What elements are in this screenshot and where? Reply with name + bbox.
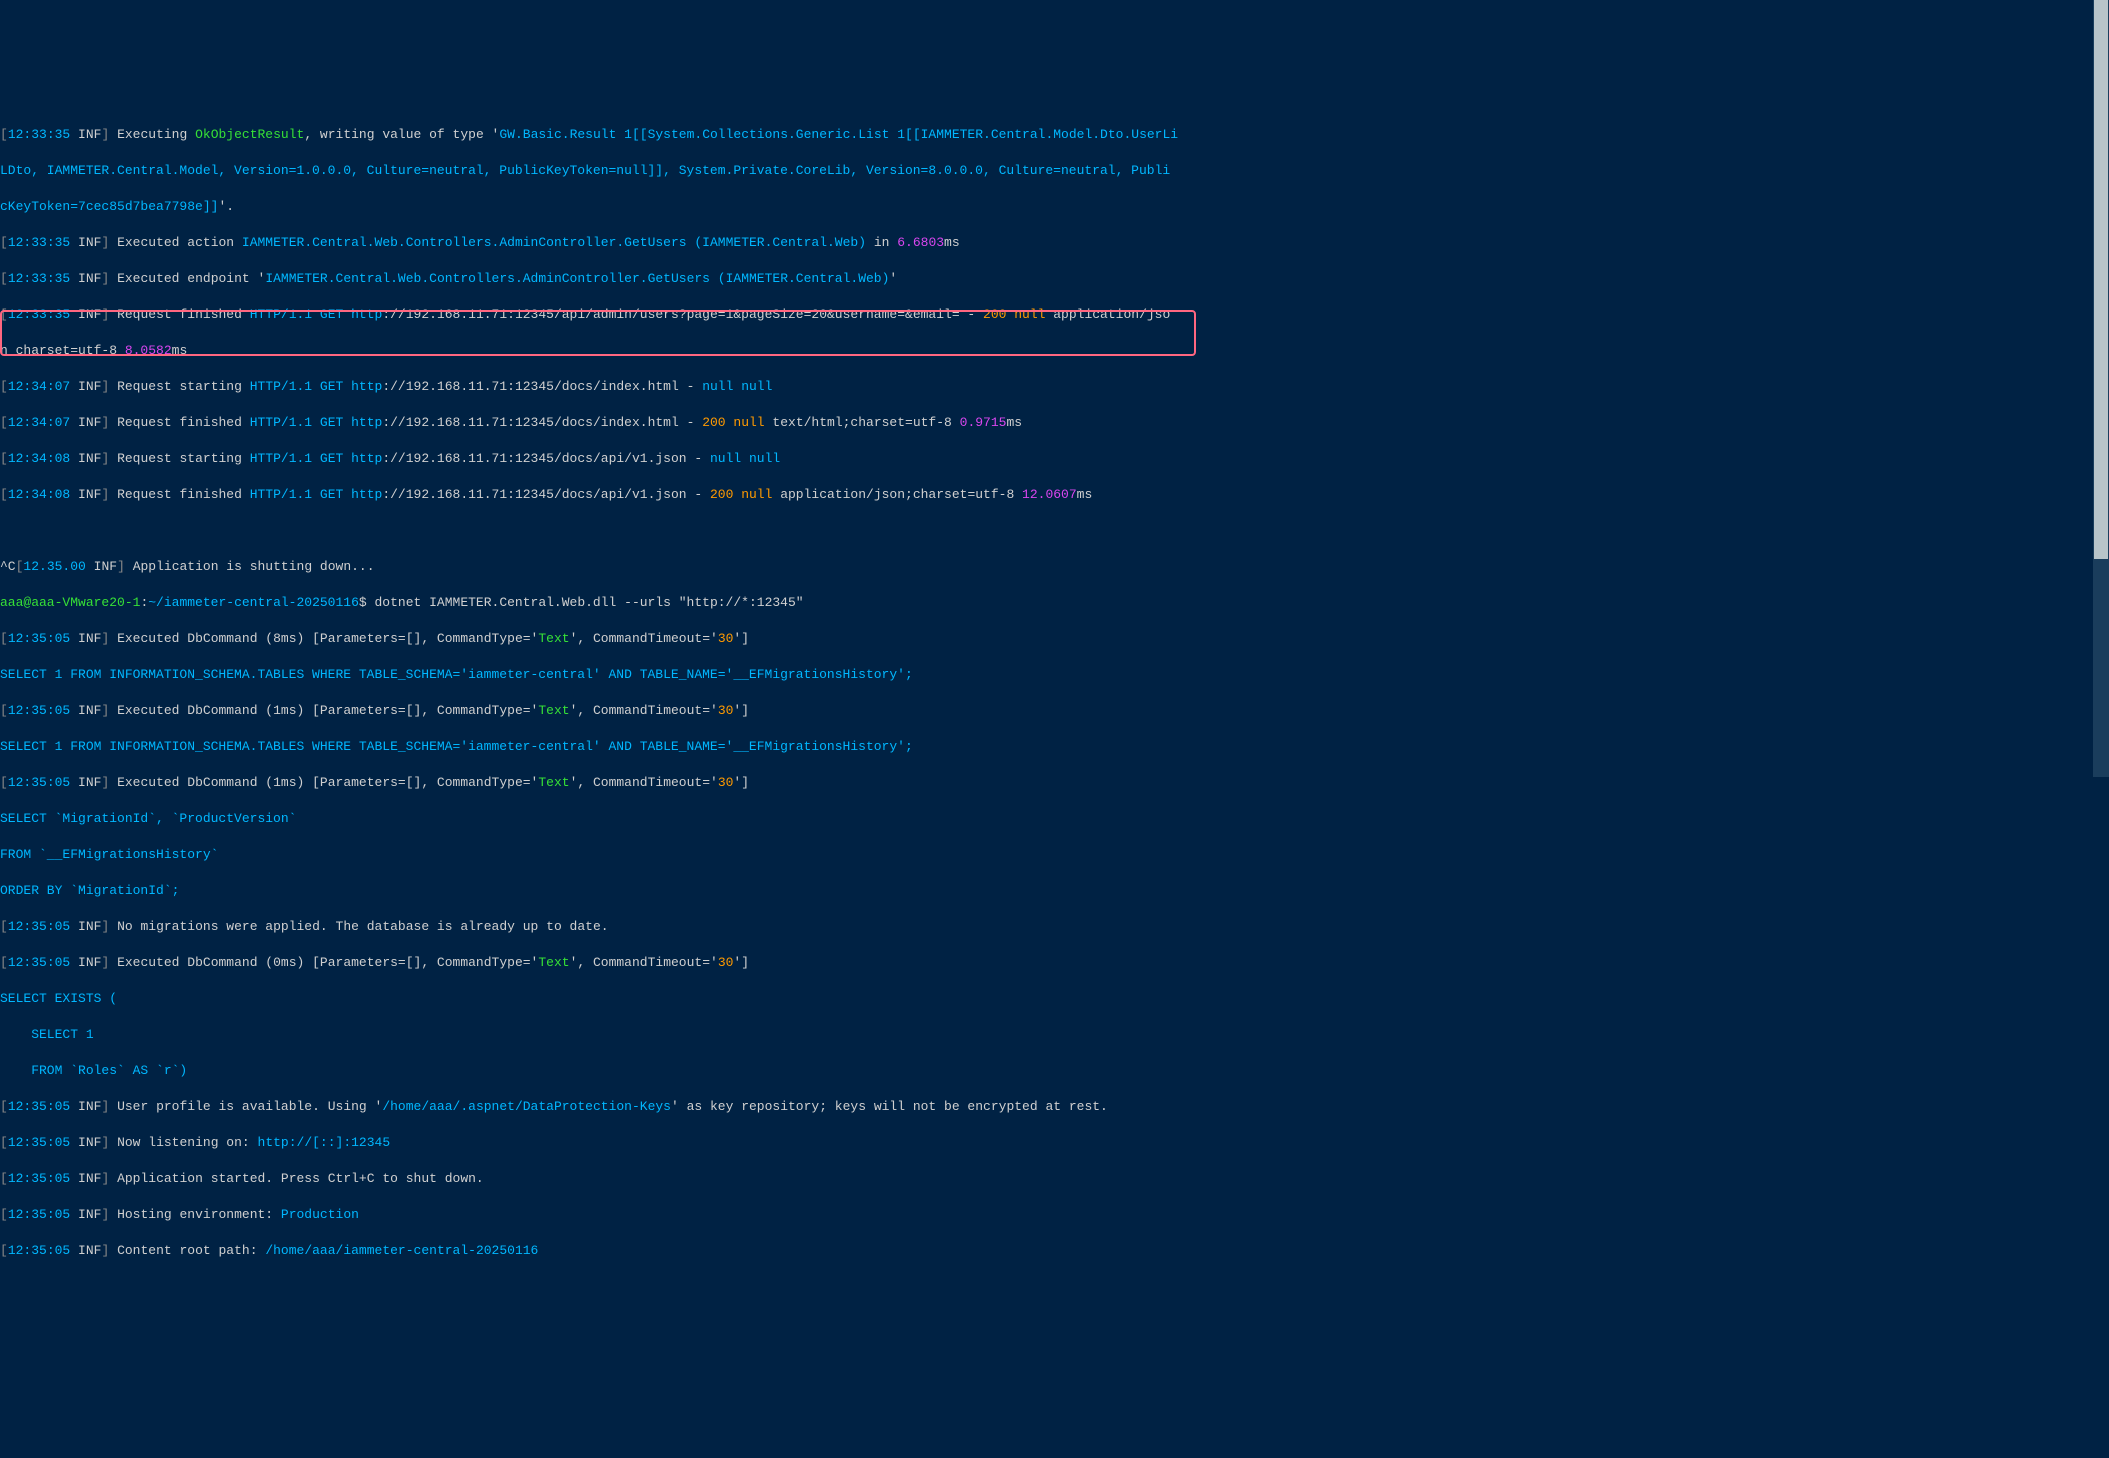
prompt-path: ~/iammeter-central-20250116 (148, 595, 359, 610)
log-line: [12:34:08 INF] Request starting HTTP/1.1… (0, 450, 2109, 468)
log-line: LDto, IAMMETER.Central.Model, Version=1.… (0, 162, 2109, 180)
sql-line: SELECT EXISTS ( (0, 990, 2109, 1008)
log-line: [12:33:35 INF] Executed action IAMMETER.… (0, 234, 2109, 252)
log-line: cKeyToken=7cec85d7bea7798e]]'. (0, 198, 2109, 216)
sql-line: ORDER BY `MigrationId`; (0, 882, 2109, 900)
log-line: [12:35:05 INF] Executed DbCommand (1ms) … (0, 702, 2109, 720)
log-line: [12:35:05 INF] Hosting environment: Prod… (0, 1206, 2109, 1224)
log-line: [12:33:35 INF] Executed endpoint 'IAMMET… (0, 270, 2109, 288)
sql-line: SELECT 1 FROM INFORMATION_SCHEMA.TABLES … (0, 738, 2109, 756)
log-line: [12:35:05 INF] No migrations were applie… (0, 918, 2109, 936)
log-line: [12:34:07 INF] Request finished HTTP/1.1… (0, 414, 2109, 432)
scrollbar-track[interactable] (2093, 0, 2109, 777)
log-line: n charset=utf-8 8.0582ms (0, 342, 2109, 360)
sql-line: FROM `__EFMigrationsHistory` (0, 846, 2109, 864)
log-line: [12:35:05 INF] Now listening on: http://… (0, 1134, 2109, 1152)
entered-command: dotnet IAMMETER.Central.Web.dll --urls "… (375, 595, 804, 610)
prompt-user: aaa@aaa-VMware20-1 (0, 595, 140, 610)
log-line (0, 522, 2109, 540)
sql-line: SELECT 1 (0, 1026, 2109, 1044)
log-line: [12:33:35 INF] Executing OkObjectResult,… (0, 126, 2109, 144)
log-line: [12:35:05 INF] User profile is available… (0, 1098, 2109, 1116)
shell-prompt-line[interactable]: aaa@aaa-VMware20-1:~/iammeter-central-20… (0, 594, 2109, 612)
log-line: [12:35:05 INF] Content root path: /home/… (0, 1242, 2109, 1260)
terminal-output[interactable]: [12:33:35 INF] Executing OkObjectResult,… (0, 90, 2109, 1332)
log-line: [12:34:08 INF] Request finished HTTP/1.1… (0, 486, 2109, 504)
sql-line: SELECT `MigrationId`, `ProductVersion` (0, 810, 2109, 828)
log-line: [12:35:05 INF] Executed DbCommand (0ms) … (0, 954, 2109, 972)
scrollbar-thumb[interactable] (2094, 0, 2108, 559)
log-line-shutdown: ^C[12.35.00 INF] Application is shutting… (0, 558, 2109, 576)
sql-line: FROM `Roles` AS `r`) (0, 1062, 2109, 1080)
log-line: [12:35:05 INF] Application started. Pres… (0, 1170, 2109, 1188)
log-line: [12:34:07 INF] Request starting HTTP/1.1… (0, 378, 2109, 396)
sql-line: SELECT 1 FROM INFORMATION_SCHEMA.TABLES … (0, 666, 2109, 684)
log-line: [12:33:35 INF] Request finished HTTP/1.1… (0, 306, 2109, 324)
log-line: [12:35:05 INF] Executed DbCommand (8ms) … (0, 630, 2109, 648)
